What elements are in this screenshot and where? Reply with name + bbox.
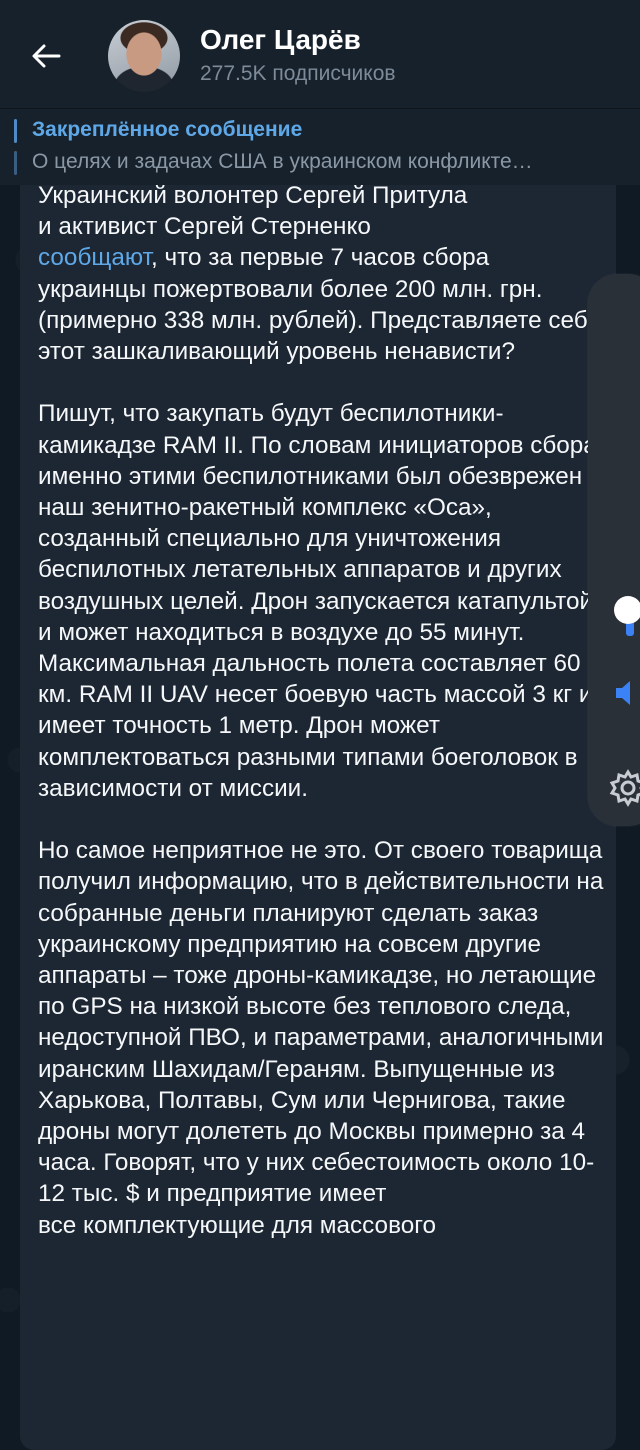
subscriber-count: 277.5K подписчиков — [200, 62, 396, 85]
pinned-message-bar[interactable]: Закреплённое сообщение О целях и задачах… — [0, 108, 640, 185]
gear-icon[interactable] — [608, 768, 640, 813]
pinned-indicator — [14, 119, 17, 175]
channel-title[interactable]: Олег Царёв — [200, 24, 361, 56]
message-cutoff-bottom: все комплектующие для массового — [38, 1211, 437, 1239]
message-line: и активист Сергей Стерненко — [38, 213, 371, 241]
arrow-left-icon — [32, 44, 61, 68]
volume-slider-thumb[interactable] — [614, 596, 640, 624]
message-paragraph-2: Пишут, что закупать будут беспилотники-к… — [38, 400, 604, 802]
message-text: Украинский волонтер Сергей Притула и акт… — [38, 180, 604, 1241]
message-bubble: Украинский волонтер Сергей Притула и акт… — [20, 150, 616, 1450]
side-control-panel — [588, 274, 640, 826]
source-link[interactable]: сообщают — [38, 244, 151, 271]
back-button[interactable] — [22, 34, 70, 78]
pinned-text: О целях и задачах США в украинском конфл… — [32, 150, 533, 173]
chat-header: Олег Царёв 277.5K подписчиков — [0, 0, 640, 108]
message-paragraph-3: Но самое неприятное не это. От своего то… — [38, 837, 604, 1208]
channel-avatar[interactable] — [108, 20, 180, 92]
pinned-label: Закреплённое сообщение — [32, 118, 303, 141]
volume-icon[interactable] — [614, 678, 640, 713]
